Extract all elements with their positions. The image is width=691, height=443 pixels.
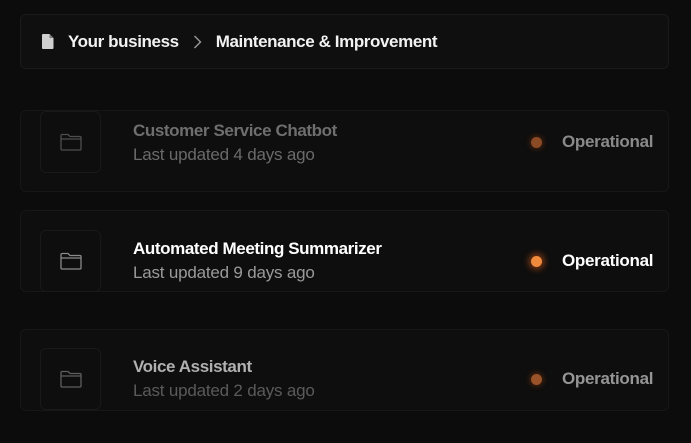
status-label: Operational	[562, 132, 654, 151]
status-badge: Operational	[531, 132, 653, 152]
folder-icon	[40, 348, 101, 410]
status-dot-icon	[531, 373, 542, 385]
folder-icon	[40, 230, 101, 292]
project-updated: Last updated 4 days ago	[133, 145, 315, 164]
status-dot-icon	[531, 255, 542, 267]
breadcrumb: Your business Maintenance & Improvement	[20, 14, 669, 69]
status-label: Operational	[562, 251, 654, 270]
project-title: Customer Service Chatbot	[133, 121, 337, 140]
project-card-automated-meeting-summarizer[interactable]: Automated Meeting Summarizer Last update…	[20, 210, 669, 292]
project-updated: Last updated 2 days ago	[133, 381, 315, 400]
status-label: Operational	[562, 369, 654, 388]
project-title: Automated Meeting Summarizer	[133, 239, 382, 258]
breadcrumb-item-your-business[interactable]: Your business	[68, 32, 179, 52]
document-icon	[41, 34, 55, 50]
project-updated: Last updated 9 days ago	[133, 263, 315, 282]
status-badge: Operational	[531, 369, 653, 389]
project-card-customer-service-chatbot[interactable]: Customer Service Chatbot Last updated 4 …	[20, 110, 669, 192]
project-title: Voice Assistant	[133, 357, 252, 376]
project-card-voice-assistant[interactable]: Voice Assistant Last updated 2 days ago …	[20, 329, 669, 411]
status-dot-icon	[531, 136, 542, 148]
breadcrumb-item-maintenance[interactable]: Maintenance & Improvement	[216, 32, 438, 52]
chevron-right-icon	[193, 35, 202, 49]
page: Your business Maintenance & Improvement …	[0, 0, 691, 443]
status-badge: Operational	[531, 251, 653, 271]
folder-icon	[40, 111, 101, 173]
